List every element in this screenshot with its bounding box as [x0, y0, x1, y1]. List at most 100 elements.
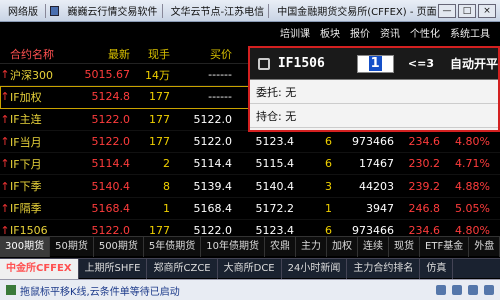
- bid-price: 5114.4: [193, 157, 233, 171]
- volume: 6: [325, 135, 332, 149]
- status-icon: [6, 285, 16, 295]
- quick-order-panel: IF1506 1 <=3 自动开平 委托: 无 持仓: 无: [248, 46, 500, 132]
- maximize-button[interactable]: □: [458, 3, 476, 18]
- current-hand: 177: [149, 90, 170, 104]
- table-row[interactable]: ↑ IF隔季 5168.4 1 5168.4 5172.2 1 3947 246.8 5.05%: [0, 198, 500, 221]
- open-interest: 44203: [359, 179, 394, 193]
- tray-icon[interactable]: [484, 285, 494, 295]
- order-panel-header: IF1506 1 <=3 自动开平: [250, 48, 498, 80]
- ask-price: 5140.4: [255, 179, 295, 193]
- last-price: 5015.67: [84, 68, 131, 82]
- volume: 1: [325, 201, 332, 215]
- last-price: 5114.4: [91, 157, 131, 171]
- tab-main[interactable]: 主力: [296, 236, 328, 257]
- volume: 3: [325, 179, 332, 193]
- menu-item-personalize[interactable]: 个性化: [410, 25, 440, 40]
- contract-name: IF主连: [10, 113, 42, 127]
- status-text: 拖鼠标平移K线,云条件单等待已启动: [20, 286, 180, 298]
- bid-price: 5139.4: [193, 179, 233, 193]
- menu-item-quote[interactable]: 报价: [350, 25, 370, 40]
- table-row[interactable]: ↑ IF当月 5122.0 177 5122.0 5123.4 6 973466 234.6 4.…: [0, 131, 500, 154]
- contract-name: IF下季: [10, 180, 42, 194]
- change-percent: 5.05%: [455, 201, 490, 215]
- menu-item-system-tools[interactable]: 系统工具: [450, 25, 490, 40]
- up-arrow-icon: ↑: [0, 157, 10, 171]
- change-percent: 4.80%: [455, 135, 490, 149]
- tab-etf-fund[interactable]: ETF基金: [420, 236, 470, 257]
- page-title: 中国金融期货交易所(CFFEX) - 页面: [277, 7, 437, 18]
- bid-price: 5168.4: [193, 201, 233, 215]
- system-tray: [430, 285, 500, 295]
- app-icon: [49, 5, 60, 16]
- tab-continuous[interactable]: 连续: [358, 236, 390, 257]
- tab-foreign[interactable]: 外盘: [469, 236, 500, 257]
- tab-cffex[interactable]: 中金所CFFEX: [0, 258, 79, 279]
- header-last-price[interactable]: 最新: [68, 46, 130, 62]
- open-interest: 973466: [352, 135, 394, 149]
- change: 230.2: [408, 157, 441, 171]
- up-arrow-icon: ↑: [0, 90, 10, 104]
- menu-item-news[interactable]: 资讯: [380, 25, 400, 40]
- quantity-input[interactable]: 1: [356, 54, 394, 73]
- header-contract-name[interactable]: 合约名称: [0, 46, 68, 62]
- lock-icon[interactable]: [258, 57, 270, 70]
- change: 234.6: [408, 135, 441, 149]
- tab-weighted[interactable]: 加权: [327, 236, 359, 257]
- last-price: 5122.0: [91, 135, 131, 149]
- close-button[interactable]: ×: [478, 3, 496, 18]
- menu-item-sector[interactable]: 板块: [320, 25, 340, 40]
- minimize-button[interactable]: —: [438, 3, 456, 18]
- tab-10y-bond-futures[interactable]: 10年债期货: [201, 236, 266, 257]
- last-price: 5140.4: [91, 179, 131, 193]
- tray-icon[interactable]: [436, 285, 446, 295]
- header-bid-price[interactable]: 买价: [170, 46, 232, 62]
- up-arrow-icon: ↑: [0, 112, 10, 126]
- menu-item-training[interactable]: 培训课: [280, 25, 310, 40]
- volume: 6: [325, 157, 332, 171]
- tab-shfe[interactable]: 上期所SHFE: [79, 258, 148, 279]
- status-bar: 拖鼠标平移K线,云条件单等待已启动: [0, 279, 500, 300]
- tray-icon[interactable]: [468, 285, 478, 295]
- change: 239.2: [408, 179, 441, 193]
- last-price: 5122.0: [91, 112, 131, 126]
- tab-24h-news[interactable]: 24小时新闻: [282, 258, 348, 279]
- last-price: 5124.8: [91, 90, 131, 104]
- change-percent: 4.88%: [455, 179, 490, 193]
- order-status: 委托: 无: [250, 80, 498, 104]
- open-interest: 3947: [366, 201, 394, 215]
- up-arrow-icon: ↑: [0, 179, 10, 193]
- tab-50-futures[interactable]: 50期货: [50, 236, 94, 257]
- max-quantity-label: <=3: [407, 57, 434, 70]
- tab-dce[interactable]: 大商所DCE: [218, 258, 282, 279]
- change-percent: 4.71%: [455, 157, 490, 171]
- open-interest: 17467: [359, 157, 394, 171]
- app-title: 巍巍云行情交易软件: [67, 7, 158, 18]
- current-hand: 1: [163, 201, 170, 215]
- tab-5y-bond-futures[interactable]: 5年债期货: [144, 236, 202, 257]
- ask-price: 5172.2: [255, 201, 295, 215]
- window-left-title: 网络版: [8, 7, 38, 18]
- up-arrow-icon: ↑: [0, 68, 10, 82]
- contract-name: 沪深300: [10, 68, 53, 82]
- table-row[interactable]: ↑ IF下月 5114.4 2 5114.4 5115.4 6 17467 230.2 4.71%: [0, 153, 500, 176]
- auto-open-close-button[interactable]: 自动开平: [450, 55, 498, 72]
- current-hand: 14万: [145, 68, 170, 82]
- last-price: 5168.4: [91, 201, 131, 215]
- tab-300-futures[interactable]: 300期货: [0, 236, 51, 257]
- tab-main-contract-ranking[interactable]: 主力合约排名: [347, 258, 421, 279]
- contract-code: IF1506: [277, 56, 325, 71]
- current-hand: 8: [163, 179, 170, 193]
- up-arrow-icon: ↑: [0, 135, 10, 149]
- bid-price: 5122.0: [193, 135, 233, 149]
- tray-icon[interactable]: [452, 285, 462, 295]
- menu-bar: 培训课 板块 报价 资讯 个性化 系统工具: [0, 22, 500, 42]
- tab-spot[interactable]: 现货: [389, 236, 421, 257]
- tab-nongding[interactable]: 农鼎: [265, 236, 297, 257]
- bid-price: ------: [208, 68, 232, 82]
- tab-simulation[interactable]: 仿真: [420, 258, 454, 279]
- header-current-hand[interactable]: 现手: [130, 46, 170, 62]
- tab-czce[interactable]: 郑商所CZCE: [147, 258, 218, 279]
- tab-500-futures[interactable]: 500期货: [94, 236, 144, 257]
- ask-price: 5123.4: [255, 135, 295, 149]
- table-row[interactable]: ↑ IF下季 5140.4 8 5139.4 5140.4 3 44203 239.2 4.88%: [0, 175, 500, 198]
